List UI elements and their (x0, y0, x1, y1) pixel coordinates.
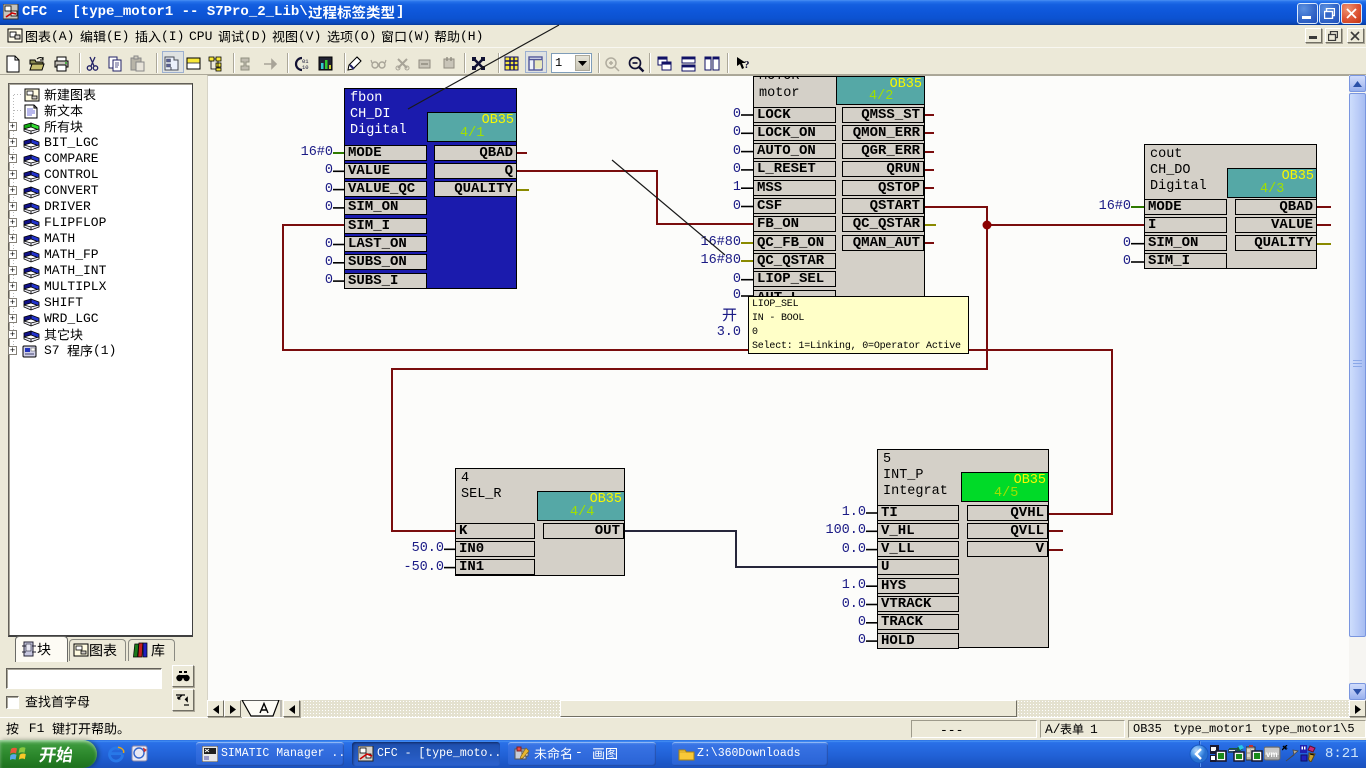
svg-text:?: ? (744, 59, 750, 71)
svg-text:10: 10 (302, 64, 309, 71)
svg-text:vm: vm (1266, 750, 1278, 759)
